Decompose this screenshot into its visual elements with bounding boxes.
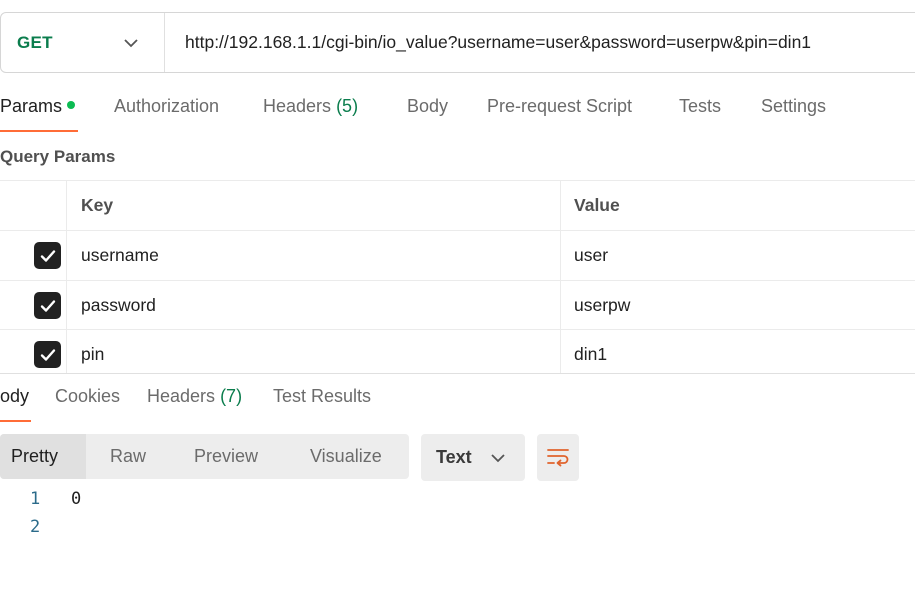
format-label: Text <box>436 447 472 467</box>
value-column-header: Value <box>574 195 620 215</box>
tab-label: ody <box>0 386 30 406</box>
checkbox-column-header <box>0 181 67 230</box>
param-checkbox[interactable] <box>34 242 61 269</box>
chevron-down-icon <box>124 39 138 48</box>
view-mode-group: Pretty Raw Preview Visualize <box>0 434 409 479</box>
view-preview-button[interactable]: Preview <box>194 434 258 479</box>
tab-count: (5) <box>336 96 359 116</box>
param-value[interactable]: din1 <box>561 330 915 373</box>
tab-label: Tests <box>679 96 722 116</box>
tab-label: Authorization <box>114 96 220 116</box>
method-select[interactable]: GET <box>1 13 165 72</box>
section-title: Query Params <box>0 147 116 166</box>
tab-cookies[interactable]: Cookies <box>55 386 120 422</box>
checkbox-cell <box>0 330 67 373</box>
table-header: Key Value <box>0 180 915 230</box>
check-icon <box>40 249 55 262</box>
view-pretty-button[interactable]: Pretty <box>0 434 86 479</box>
format-select[interactable]: Text <box>421 434 525 481</box>
view-visualize-button[interactable]: Visualize <box>310 434 382 479</box>
tab-count: (7) <box>220 386 243 406</box>
line-text: 0 <box>71 489 82 509</box>
tab-label: Headers <box>263 96 332 116</box>
checkbox-cell <box>0 231 67 280</box>
tab-label: Headers <box>147 386 216 406</box>
check-icon <box>40 299 55 312</box>
line-number: 1 <box>30 489 41 509</box>
tab-label: Cookies <box>55 386 121 406</box>
wrap-lines-button[interactable] <box>537 434 579 481</box>
view-raw-button[interactable]: Raw <box>110 434 146 479</box>
active-tab-indicator <box>0 420 31 422</box>
request-tabs: Params Authorization Headers (5) Body Pr… <box>0 96 915 132</box>
param-key[interactable]: password <box>67 281 561 329</box>
table-row: username user <box>0 230 915 280</box>
wrap-lines-icon <box>547 448 569 466</box>
tab-pre-request-script[interactable]: Pre-request Script <box>487 96 632 132</box>
chevron-down-icon <box>491 454 505 463</box>
param-checkbox[interactable] <box>34 292 61 319</box>
tab-headers[interactable]: Headers (5) <box>263 96 358 132</box>
param-checkbox[interactable] <box>34 341 61 368</box>
param-value[interactable]: userpw <box>561 281 915 329</box>
tab-settings[interactable]: Settings <box>761 96 826 132</box>
tab-body[interactable]: Body <box>407 96 448 132</box>
tab-tests[interactable]: Tests <box>679 96 721 132</box>
tab-params[interactable]: Params <box>0 96 78 132</box>
line-number: 2 <box>30 517 41 537</box>
pane-divider[interactable] <box>0 373 915 374</box>
checkbox-cell <box>0 281 67 329</box>
check-icon <box>40 348 55 361</box>
table-row: password userpw <box>0 280 915 329</box>
tab-label: Pre-request Script <box>487 96 633 116</box>
tab-label: Test Results <box>273 386 372 406</box>
modified-dot-icon <box>67 101 76 110</box>
key-column-header: Key <box>67 181 561 230</box>
url-bar: GET http://192.168.1.1/cgi-bin/io_value?… <box>0 12 915 73</box>
param-key[interactable]: username <box>67 231 561 280</box>
response-tabs: ody Cookies Headers (7) Test Results <box>0 386 915 422</box>
method-label: GET <box>17 32 53 52</box>
table-row: pin din1 <box>0 329 915 373</box>
url-input[interactable]: http://192.168.1.1/cgi-bin/io_value?user… <box>165 32 811 53</box>
tab-authorization[interactable]: Authorization <box>114 96 219 132</box>
tab-label: Body <box>407 96 449 116</box>
tab-label: Settings <box>761 96 827 116</box>
tab-response-body[interactable]: ody <box>0 386 31 422</box>
param-value[interactable]: user <box>561 231 915 280</box>
tab-response-headers[interactable]: Headers (7) <box>147 386 242 422</box>
active-tab-indicator <box>0 130 78 132</box>
param-key[interactable]: pin <box>67 330 561 373</box>
tab-test-results[interactable]: Test Results <box>273 386 371 422</box>
tab-label: Params <box>0 96 63 116</box>
